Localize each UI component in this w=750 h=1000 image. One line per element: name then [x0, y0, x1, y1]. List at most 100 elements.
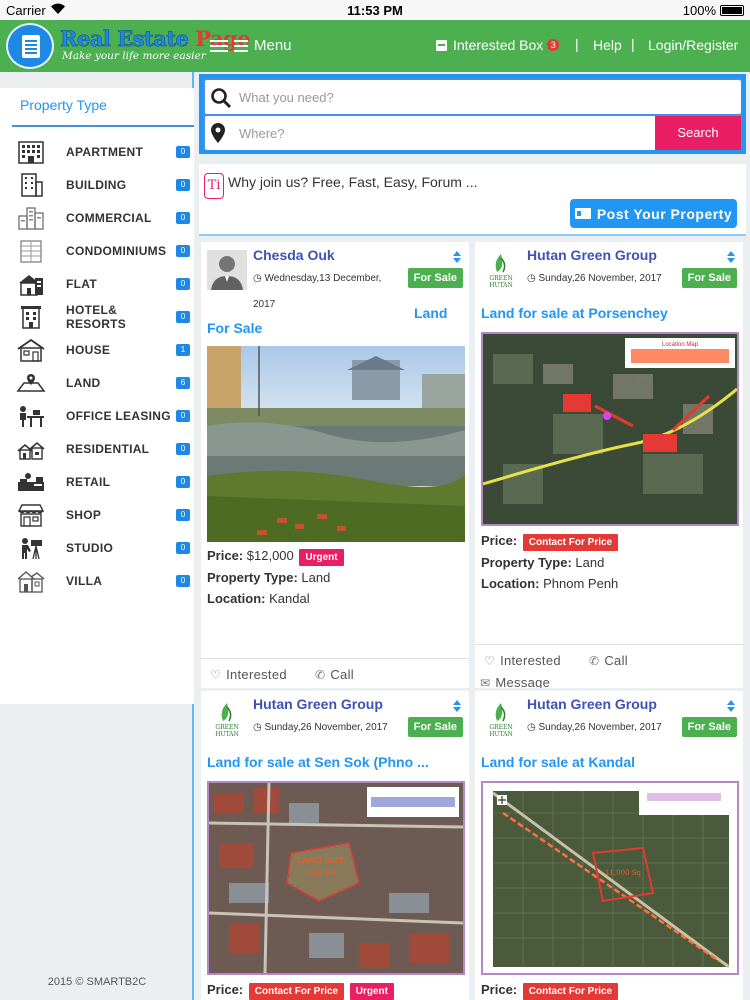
- status-badge: For Sale: [407, 268, 463, 288]
- contact-for-price-badge: Contact For Price: [522, 534, 619, 551]
- join-message[interactable]: Why join us? Free, Fast, Easy, Forum ...: [228, 174, 477, 190]
- sidebar-item-hotel-resorts[interactable]: HOTEL& RESORTS 0: [16, 303, 194, 331]
- sidebar-item-shop[interactable]: SHOP 0: [16, 503, 194, 527]
- sidebar-item-condominiums[interactable]: CONDOMINIUMS 0: [16, 239, 194, 263]
- listing-title[interactable]: For Sale: [207, 320, 262, 336]
- svg-text:11,000 Sq: 11,000 Sq: [605, 869, 642, 877]
- sidebar-item-studio[interactable]: STUDIO 0: [16, 536, 194, 560]
- menu-button[interactable]: Menu: [210, 37, 292, 54]
- interested-count-badge: 3: [547, 39, 560, 51]
- status-badge: For Sale: [681, 717, 737, 737]
- location-value: Kandal: [269, 591, 310, 606]
- sort-arrows-icon[interactable]: [727, 700, 735, 714]
- sidebar: Property Type APARTMENT 0 BUILDING 0 COM…: [0, 72, 194, 1000]
- sidebar-item-commercial[interactable]: COMMERCIAL 0: [16, 206, 194, 230]
- listing-title[interactable]: Land for sale at Sen Sok (Phno ...: [207, 754, 429, 770]
- interested-button[interactable]: ♡ Interested: [210, 667, 287, 682]
- heart-icon: ♡: [484, 653, 496, 668]
- sidebar-item-label: HOUSE: [66, 343, 111, 357]
- listing-photo[interactable]: [207, 346, 465, 542]
- owner-name[interactable]: Chesda Ouk: [253, 247, 335, 263]
- heart-icon: ♡: [210, 667, 222, 682]
- sidebar-item-flat[interactable]: FLAT 0: [16, 272, 194, 296]
- count-badge: 0: [176, 179, 190, 191]
- sidebar-item-land[interactable]: LAND 6: [16, 371, 194, 395]
- property-type-row: Property Type: Land: [481, 555, 604, 570]
- count-badge: 0: [176, 443, 190, 455]
- search-icon: [210, 87, 232, 114]
- sidebar-item-building[interactable]: BUILDING 0: [16, 173, 194, 197]
- sidebar-item-residential[interactable]: RESIDENTIAL 0: [16, 437, 194, 461]
- property-type-panel: Property Type APARTMENT 0 BUILDING 0 COM…: [0, 88, 194, 704]
- listing-card[interactable]: GREEN HUTAN Hutan Green Group ◷ Sunday,26…: [201, 691, 469, 1000]
- sidebar-item-label: VILLA: [66, 574, 103, 588]
- call-button[interactable]: ✆ Call: [315, 667, 354, 682]
- interested-button[interactable]: ♡ Interested: [484, 653, 561, 668]
- login-register-link[interactable]: Login/Register: [648, 37, 738, 53]
- owner-name[interactable]: Hutan Green Group: [253, 696, 383, 712]
- sidebar-item-label: HOTEL& RESORTS: [66, 303, 127, 331]
- search-what-row: [205, 80, 741, 114]
- price-label: Price:: [481, 533, 518, 548]
- search-button[interactable]: Search: [655, 116, 741, 150]
- sidebar-item-label: APARTMENT: [66, 145, 144, 159]
- help-link[interactable]: Help: [593, 37, 622, 53]
- flat-icon: [16, 272, 46, 296]
- owner-name[interactable]: Hutan Green Group: [527, 247, 657, 263]
- interested-box-link[interactable]: Interested Box 3: [436, 37, 560, 53]
- logo-tagline: Make your life more easier: [62, 50, 206, 62]
- sidebar-item-villa[interactable]: VILLA 0: [16, 569, 194, 593]
- post-property-button[interactable]: Post Your Property: [570, 199, 737, 228]
- date-line: Sunday,26 November, 2017: [264, 722, 388, 733]
- location-input[interactable]: [239, 116, 649, 150]
- building-icon: [16, 173, 46, 197]
- sort-arrows-icon[interactable]: [727, 251, 735, 265]
- count-badge: 0: [176, 509, 190, 521]
- sidebar-item-office-leasing[interactable]: OFFICE LEASING 0: [16, 404, 194, 428]
- listing-card[interactable]: Chesda Ouk ◷ Wednesday,13 December, 2017…: [201, 242, 469, 688]
- clock-icon: ◷: [527, 722, 536, 733]
- message-button[interactable]: ✉ Message: [480, 675, 550, 688]
- svg-text:GREEN: GREEN: [489, 724, 512, 731]
- listing-card[interactable]: GREEN HUTAN Hutan Green Group ◷ Sunday,26…: [475, 691, 743, 1000]
- location-row: Location: Kandal: [207, 591, 310, 606]
- envelope-icon: ✉: [480, 675, 491, 689]
- svg-text:1.69 Ha: 1.69 Ha: [307, 869, 335, 877]
- hutan-green-logo: GREEN HUTAN: [481, 699, 521, 739]
- listing-map-image[interactable]: Location Map: [481, 332, 739, 526]
- svg-text:HUTAN: HUTAN: [489, 282, 513, 289]
- listing-card[interactable]: GREEN HUTAN Hutan Green Group ◷ Sunday,26…: [475, 242, 743, 688]
- call-button[interactable]: ✆ Call: [589, 653, 628, 668]
- listing-title[interactable]: Land for sale at Porsenchey: [481, 305, 668, 321]
- condominium-icon: [16, 239, 46, 263]
- sidebar-item-label: RETAIL: [66, 475, 111, 489]
- apartment-icon: [16, 140, 46, 164]
- sort-arrows-icon[interactable]: [453, 700, 461, 714]
- sidebar-item-label: LAND: [66, 376, 101, 390]
- svg-text:GREEN: GREEN: [489, 275, 512, 282]
- date-line: 2017: [253, 299, 276, 310]
- forum-logo-icon: Ti: [204, 173, 224, 199]
- location-label: Location:: [207, 591, 266, 606]
- sidebar-item-label: COMMERCIAL: [66, 211, 152, 225]
- listing-title[interactable]: Land for sale at Kandal: [481, 754, 635, 770]
- sidebar-item-retail[interactable]: RETAIL 0: [16, 470, 194, 494]
- listing-title[interactable]: Land: [414, 305, 447, 321]
- sidebar-item-house[interactable]: HOUSE 1: [16, 338, 194, 362]
- count-badge: 0: [176, 575, 190, 587]
- clock-icon: ◷: [253, 273, 262, 284]
- listing-map-image[interactable]: LAND SIZE 1.69 Ha: [207, 781, 465, 975]
- owner-name[interactable]: Hutan Green Group: [527, 696, 657, 712]
- land-icon: [16, 371, 46, 395]
- svg-text:LAND SIZE: LAND SIZE: [297, 856, 344, 865]
- logo-document-icon[interactable]: [6, 23, 54, 69]
- hutan-green-logo: GREEN HUTAN: [207, 699, 247, 739]
- price-label: Price:: [207, 548, 244, 563]
- post-date: ◷ Sunday,26 November, 2017: [253, 715, 388, 741]
- sidebar-item-apartment[interactable]: APARTMENT 0: [16, 140, 194, 164]
- search-input[interactable]: [239, 80, 735, 114]
- sort-arrows-icon[interactable]: [453, 251, 461, 265]
- svg-text:GREEN: GREEN: [215, 724, 238, 731]
- listing-map-image[interactable]: 11,000 Sq: [481, 781, 739, 975]
- price-row: Price: Contact For Price Urgent: [207, 982, 394, 1000]
